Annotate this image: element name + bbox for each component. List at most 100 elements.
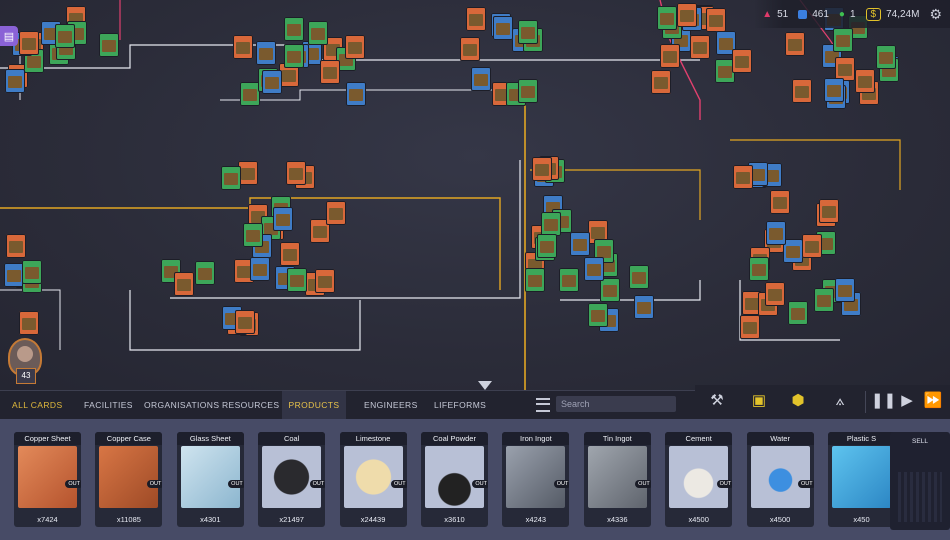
factory-node[interactable] [731, 49, 752, 74]
factory-node[interactable] [460, 36, 481, 61]
out-port[interactable]: OUT [553, 480, 570, 488]
out-port[interactable]: OUT [390, 480, 407, 488]
factory-node[interactable] [250, 257, 271, 282]
factory-node[interactable] [835, 278, 856, 303]
tab-engineers[interactable]: ENGINEERS [364, 391, 418, 420]
factory-node[interactable] [634, 295, 655, 320]
search-input[interactable]: Search [556, 396, 676, 412]
sell-zone[interactable]: SELL [890, 432, 950, 530]
factory-node[interactable] [284, 44, 305, 69]
product-card[interactable]: Tin Ingot OUT x4336 [583, 432, 651, 527]
factory-node[interactable] [832, 27, 853, 52]
factory-node[interactable] [532, 156, 553, 181]
build-tools-icon[interactable]: ⚒ [705, 389, 729, 413]
factory-node[interactable] [255, 40, 276, 65]
tab-resources[interactable]: RESOURCES [222, 391, 279, 420]
factory-node[interactable] [173, 271, 194, 296]
factory-node[interactable] [272, 207, 293, 232]
product-card[interactable]: Glass Sheet OUT x4301 [176, 432, 244, 527]
factory-node[interactable] [18, 30, 39, 55]
out-port[interactable]: OUT [797, 480, 814, 488]
factory-node[interactable] [237, 161, 258, 186]
factory-node[interactable] [587, 302, 608, 327]
tab-all-cards[interactable]: ALL CARDS [12, 391, 63, 420]
factory-node[interactable] [346, 82, 367, 107]
factory-node[interactable] [824, 77, 845, 102]
factory-node[interactable] [657, 6, 678, 31]
factory-node[interactable] [525, 268, 546, 293]
factory-node[interactable] [783, 239, 804, 264]
notes-icon[interactable]: ▤ [0, 26, 18, 46]
factory-node[interactable] [813, 288, 834, 313]
factory-node[interactable] [232, 35, 253, 60]
factory-node[interactable] [785, 32, 806, 57]
product-card[interactable]: Cement OUT x4500 [665, 432, 733, 527]
factory-node[interactable] [315, 269, 336, 294]
factory-node[interactable] [308, 20, 329, 45]
product-card[interactable]: Plastic S x450 [828, 432, 895, 527]
connect-tool-icon[interactable]: ⟑ [828, 389, 852, 413]
product-card[interactable]: Copper Sheet OUT x7424 [14, 432, 81, 527]
out-port[interactable]: OUT [309, 480, 326, 488]
factory-node[interactable] [792, 79, 813, 104]
factory-node[interactable] [788, 300, 809, 325]
fast-forward-icon[interactable]: ⏩ [921, 389, 945, 413]
factory-node[interactable] [470, 67, 491, 92]
factory-node[interactable] [677, 2, 698, 27]
product-card[interactable]: Copper Case OUT x11085 [95, 432, 163, 527]
factory-node[interactable] [239, 82, 260, 107]
factory-node[interactable] [766, 220, 787, 245]
factory-node[interactable] [279, 242, 300, 267]
out-port[interactable]: OUT [146, 480, 163, 488]
factory-node[interactable] [819, 198, 840, 223]
factory-node[interactable] [465, 6, 486, 31]
factory-node[interactable] [740, 315, 761, 340]
factory-node[interactable] [559, 267, 580, 292]
factory-node[interactable] [262, 69, 283, 94]
factory-node[interactable] [749, 256, 770, 281]
factory-node[interactable] [518, 79, 539, 104]
out-port[interactable]: OUT [472, 480, 488, 488]
factory-node[interactable] [689, 35, 710, 60]
factory-node[interactable] [242, 223, 263, 248]
settings-gear-icon[interactable]: ⚙ [929, 6, 942, 23]
factory-node[interactable] [629, 265, 650, 290]
select-area-icon[interactable]: ▣ [747, 389, 771, 413]
factory-board[interactable]: ▤ ▲ 51 461 ● 1 $ 74,24M ⚙ 43 [0, 0, 950, 390]
factory-node[interactable] [6, 234, 27, 259]
factory-node[interactable] [344, 35, 365, 60]
factory-node[interactable] [650, 70, 671, 95]
tab-facilities[interactable]: FACILITIES [84, 391, 133, 420]
out-port[interactable]: OUT [228, 480, 244, 488]
out-port[interactable]: OUT [716, 480, 733, 488]
factory-node[interactable] [583, 257, 604, 282]
factory-node[interactable] [518, 19, 539, 44]
filter-menu-icon[interactable] [536, 398, 550, 412]
factory-node[interactable] [732, 164, 753, 189]
play-icon[interactable]: ▶ [895, 389, 919, 413]
product-card[interactable]: Water OUT x4500 [746, 432, 814, 527]
factory-node[interactable] [769, 190, 790, 214]
tab-lifeforms[interactable]: LIFEFORMS [434, 391, 486, 420]
product-card[interactable]: Limestone OUT x24439 [339, 432, 407, 527]
factory-node[interactable] [286, 161, 307, 186]
factory-node[interactable] [5, 68, 25, 93]
factory-node[interactable] [492, 16, 513, 40]
factory-node[interactable] [765, 282, 786, 307]
factory-node[interactable] [54, 24, 75, 49]
factory-node[interactable] [801, 234, 822, 259]
factory-node[interactable] [284, 17, 305, 42]
product-card[interactable]: Coal OUT x21497 [258, 432, 326, 527]
factory-node[interactable] [234, 309, 255, 334]
pause-icon[interactable]: ❚❚ [871, 389, 896, 413]
hexagon-tool-icon[interactable]: ⬢ [786, 389, 810, 413]
factory-node[interactable] [18, 311, 39, 336]
factory-node[interactable] [875, 45, 896, 70]
factory-node[interactable] [599, 278, 620, 303]
product-card[interactable]: Iron Ingot OUT x4243 [502, 432, 570, 527]
factory-node[interactable] [220, 165, 241, 190]
factory-node[interactable] [706, 8, 727, 33]
factory-node[interactable] [855, 68, 876, 93]
factory-node[interactable] [287, 267, 308, 292]
factory-node[interactable] [659, 44, 680, 69]
